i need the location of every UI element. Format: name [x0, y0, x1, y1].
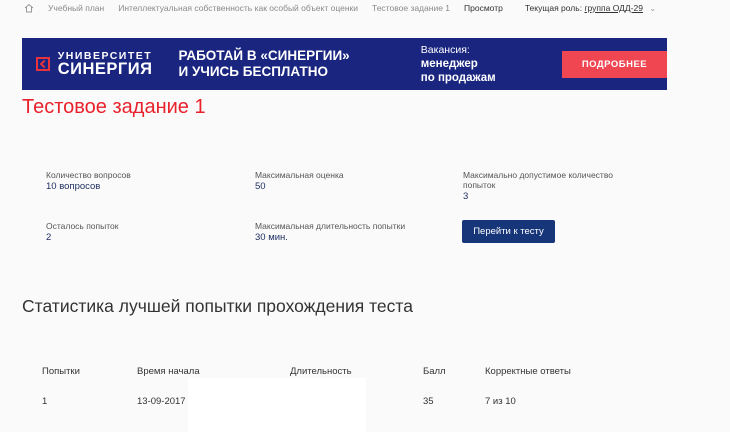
breadcrumb: Учебный план Интеллектуальная собственно… — [24, 0, 656, 16]
role-selector[interactable]: Текущая роль: группа ОДД-29 ⌄ — [525, 3, 656, 13]
synergy-logo: УНИВЕРСИТЕТ СИНЕРГИЯ — [57, 50, 153, 78]
max-duration-label: Максимальная длительность попытки — [255, 221, 406, 231]
home-icon[interactable] — [24, 3, 34, 13]
cell-correct: 7 из 10 — [485, 396, 516, 407]
go-to-test-button[interactable]: Перейти к тесту — [462, 220, 555, 243]
max-attempts-label: Максимально допустимое количество попыто… — [463, 170, 613, 190]
max-duration-value: 30 мин. — [255, 232, 288, 243]
banner-slogan: РАБОТАЙ В «СИНЕРГИИ» И УЧИСЬ БЕСПЛАТНО — [179, 48, 383, 80]
role-label: Текущая роль: — [524, 3, 583, 13]
ad-banner[interactable]: УНИВЕРСИТЕТ СИНЕРГИЯ РАБОТАЙ В «СИНЕРГИИ… — [22, 38, 667, 90]
synergy-logo-icon — [36, 57, 50, 71]
logo-line2: СИНЕРГИЯ — [57, 60, 153, 78]
header-score: Балл — [423, 366, 446, 377]
max-attempts-label-line2: попыток — [463, 180, 496, 190]
attempts-left-label: Осталось попыток — [46, 221, 119, 231]
cell-attempt: 1 — [42, 396, 48, 407]
vacancy-label: Вакансия: — [420, 44, 470, 56]
vacancy-line2: по продажам — [420, 72, 496, 84]
page-title: Тестовое задание 1 — [22, 96, 206, 118]
attempts-left-value: 2 — [46, 232, 52, 243]
header-attempts: Попытки — [42, 366, 80, 377]
breadcrumb-item-plan[interactable]: Учебный план — [48, 3, 104, 13]
cell-score: 35 — [423, 396, 434, 407]
questions-label: Количество вопросов — [46, 170, 131, 180]
slogan-line2: И УЧИСЬ БЕСПЛАТНО — [178, 64, 328, 79]
max-attempts-label-line1: Максимально допустимое количество — [463, 170, 613, 180]
max-score-value: 50 — [255, 181, 266, 192]
slogan-line1: РАБОТАЙ В «СИНЕРГИИ» — [178, 48, 350, 63]
breadcrumb-item-course[interactable]: Интеллектуальная собственность как особы… — [118, 3, 358, 13]
vacancy-text: Вакансия: менеджер по продажам — [421, 43, 557, 85]
chevron-down-icon[interactable]: ⌄ — [649, 4, 656, 13]
breadcrumb-item-view: Просмотр — [464, 3, 503, 13]
header-start-time: Время начала — [137, 366, 200, 377]
more-button[interactable]: ПОДРОБНЕЕ — [561, 50, 667, 78]
role-value[interactable]: группа ОДД-29 — [584, 3, 643, 13]
header-correct: Корректные ответы — [485, 366, 571, 377]
max-attempts-value: 3 — [463, 191, 469, 202]
breadcrumb-item-test[interactable]: Тестовое задание 1 — [372, 3, 450, 13]
header-duration: Длительность — [290, 366, 352, 377]
questions-value: 10 вопросов — [46, 181, 101, 192]
redacted-area — [188, 378, 366, 432]
vacancy-line1: менеджер — [420, 58, 478, 70]
max-score-label: Максимальная оценка — [255, 170, 344, 180]
stats-title: Статистика лучшей попытки прохождения те… — [22, 296, 413, 316]
cell-start-time: 13-09-2017 — [137, 396, 186, 407]
